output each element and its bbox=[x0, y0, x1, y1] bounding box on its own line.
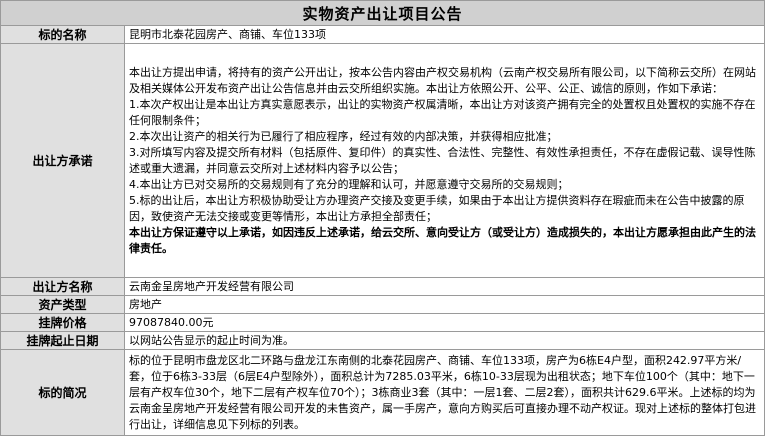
dates-row: 挂牌起止日期 以网站公告显示的起止时间为准。 bbox=[0, 331, 765, 350]
page-title: 实物资产出让项目公告 bbox=[0, 0, 765, 26]
summary-value: 标的位于昆明市盘龙区北二环路与盘龙江东南侧的北泰花园房产、商铺、车位133项，房… bbox=[124, 349, 765, 436]
title-row: 实物资产出让项目公告 bbox=[0, 0, 765, 26]
subject-value: 昆明市北泰花园房产、商铺、车位133项 bbox=[124, 25, 765, 44]
promise-item-2: 2.本次出让资产的相关行为已履行了相应程序，经过有效的内部决策，并获得相应批准； bbox=[129, 129, 558, 143]
asset-type-value: 房地产 bbox=[124, 295, 765, 314]
asset-type-row: 资产类型 房地产 bbox=[0, 295, 765, 314]
price-value: 97087840.00元 bbox=[124, 313, 765, 332]
dates-value: 以网站公告显示的起止时间为准。 bbox=[124, 331, 765, 350]
seller-value: 云南金呈房地产开发经营有限公司 bbox=[124, 277, 765, 296]
promise-row: 出让方承诺 本出让方提出申请，将持有的资产公开出让，按本公告内容由产权交易机构（… bbox=[0, 43, 765, 278]
seller-row: 出让方名称 云南金呈房地产开发经营有限公司 bbox=[0, 277, 765, 296]
summary-row: 标的简况 标的位于昆明市盘龙区北二环路与盘龙江东南侧的北泰花园房产、商铺、车位1… bbox=[0, 349, 765, 436]
promise-intro: 本出让方提出申请，将持有的资产公开出让，按本公告内容由产权交易机构（云南产权交易… bbox=[129, 65, 756, 95]
promise-item-3: 3.对所填写内容及提交所有材料（包括原件、复印件）的真实性、合法性、完整性、有效… bbox=[129, 145, 756, 175]
promise-label: 出让方承诺 bbox=[0, 43, 125, 278]
promise-value: 本出让方提出申请，将持有的资产公开出让，按本公告内容由产权交易机构（云南产权交易… bbox=[124, 43, 765, 278]
promise-item-1: 1.本次产权出让是本出让方真实意愿表示，出让的实物资产权属清晰，本出让方对该资产… bbox=[129, 97, 756, 127]
promise-item-5: 5.标的出让后，本出让方积极协助受让方办理资产交接及变更手续，如果由于本出让方提… bbox=[129, 193, 745, 223]
asset-type-label: 资产类型 bbox=[0, 295, 125, 314]
price-row: 挂牌价格 97087840.00元 bbox=[0, 313, 765, 332]
price-label: 挂牌价格 bbox=[0, 313, 125, 332]
subject-label: 标的名称 bbox=[0, 25, 125, 44]
subject-row: 标的名称 昆明市北泰花园房产、商铺、车位133项 bbox=[0, 25, 765, 44]
announcement-page: 实物资产出让项目公告 标的名称 昆明市北泰花园房产、商铺、车位133项 出让方承… bbox=[0, 0, 765, 447]
dates-label: 挂牌起止日期 bbox=[0, 331, 125, 350]
announcement-table: 实物资产出让项目公告 标的名称 昆明市北泰花园房产、商铺、车位133项 出让方承… bbox=[0, 0, 765, 436]
summary-label: 标的简况 bbox=[0, 349, 125, 436]
promise-item-4: 4.本出让方已对交易所的交易规则有了充分的理解和认可，并愿意遵守交易所的交易规则… bbox=[129, 177, 569, 191]
promise-bold-statement: 本出让方保证遵守以上承诺，如因违反上述承诺，给云交所、意向受让方（或受让方）造成… bbox=[129, 225, 756, 255]
seller-label: 出让方名称 bbox=[0, 277, 125, 296]
